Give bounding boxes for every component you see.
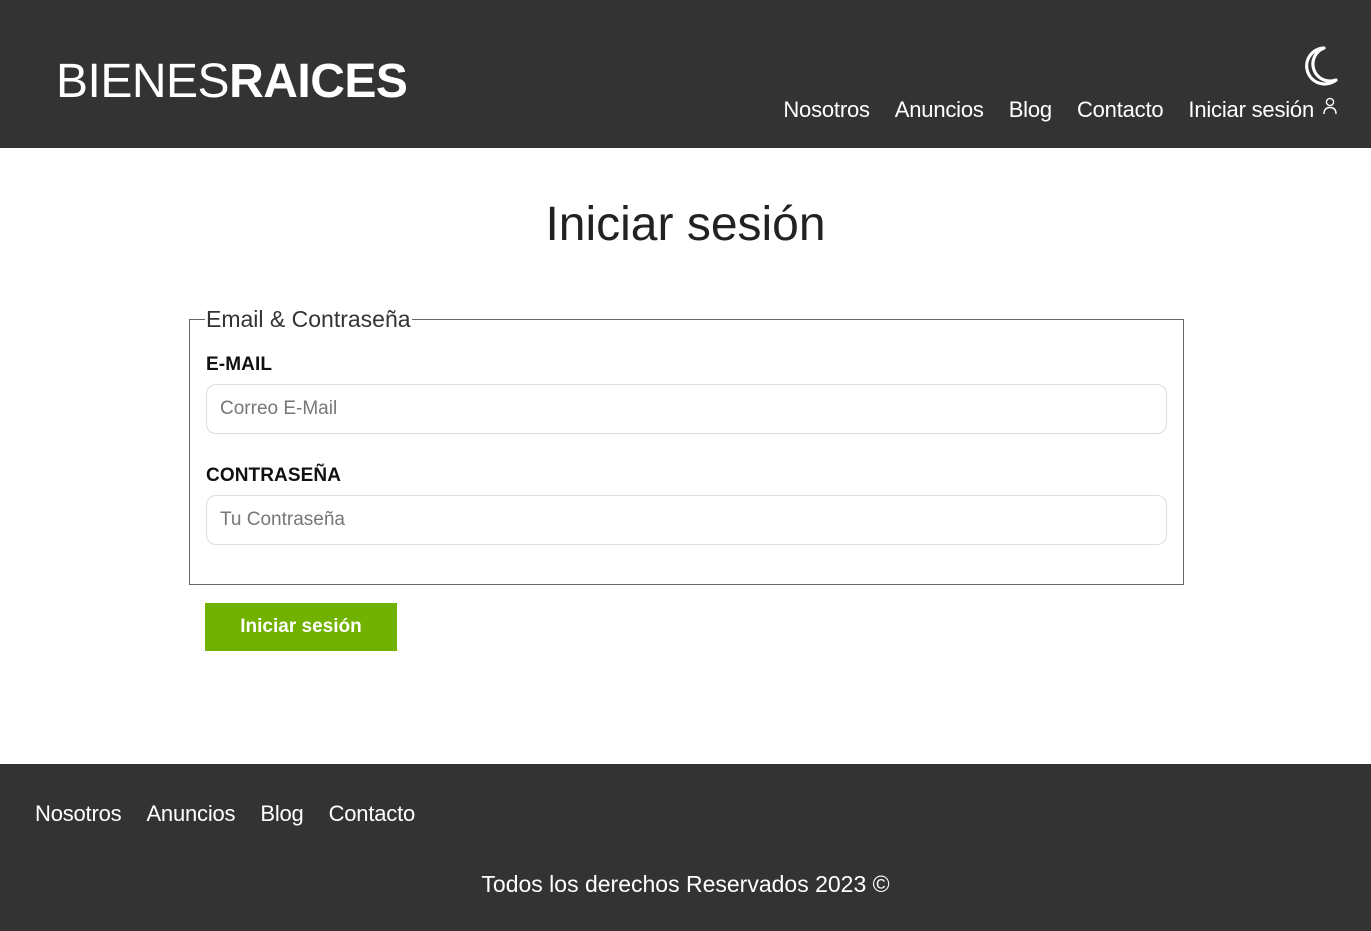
user-icon <box>1323 97 1337 115</box>
site-logo[interactable]: BIENESRAICES <box>56 52 408 112</box>
footer-link-anuncios[interactable]: Anuncios <box>146 798 235 830</box>
nav-link-nosotros[interactable]: Nosotros <box>783 94 870 126</box>
site-footer: Nosotros Anuncios Blog Contacto Todos lo… <box>0 764 1371 931</box>
nav-link-anuncios[interactable]: Anuncios <box>895 94 984 126</box>
logo-bold-text: RAICES <box>229 55 408 108</box>
nav-link-contacto[interactable]: Contacto <box>1077 94 1164 126</box>
password-input[interactable] <box>206 495 1167 545</box>
nav-login-label: Iniciar sesión <box>1188 97 1314 122</box>
site-header: BIENESRAICES Nosotros Anuncios Blog Cont… <box>0 0 1371 148</box>
fieldset-legend: Email & Contraseña <box>206 306 411 332</box>
footer-nav: Nosotros Anuncios Blog Contacto <box>35 798 440 830</box>
page-title: Iniciar sesión <box>545 198 826 251</box>
email-label: E-MAIL <box>206 354 273 375</box>
copyright-text: Todos los derechos Reservados 2023 © <box>481 871 890 897</box>
password-label: CONTRASEÑA <box>206 465 342 486</box>
email-input[interactable] <box>206 384 1167 434</box>
nav-link-blog[interactable]: Blog <box>1009 94 1052 126</box>
login-submit-button[interactable]: Iniciar sesión <box>205 603 397 651</box>
footer-link-nosotros[interactable]: Nosotros <box>35 798 122 830</box>
nav-link-login[interactable]: Iniciar sesión <box>1188 94 1337 126</box>
footer-link-blog[interactable]: Blog <box>260 798 303 830</box>
moon-icon <box>1305 46 1338 86</box>
footer-link-contacto[interactable]: Contacto <box>329 798 416 830</box>
main-nav: Nosotros Anuncios Blog Contacto Iniciar … <box>783 94 1337 126</box>
dark-mode-toggle[interactable] <box>1298 44 1340 90</box>
logo-light-text: BIENES <box>56 55 230 108</box>
